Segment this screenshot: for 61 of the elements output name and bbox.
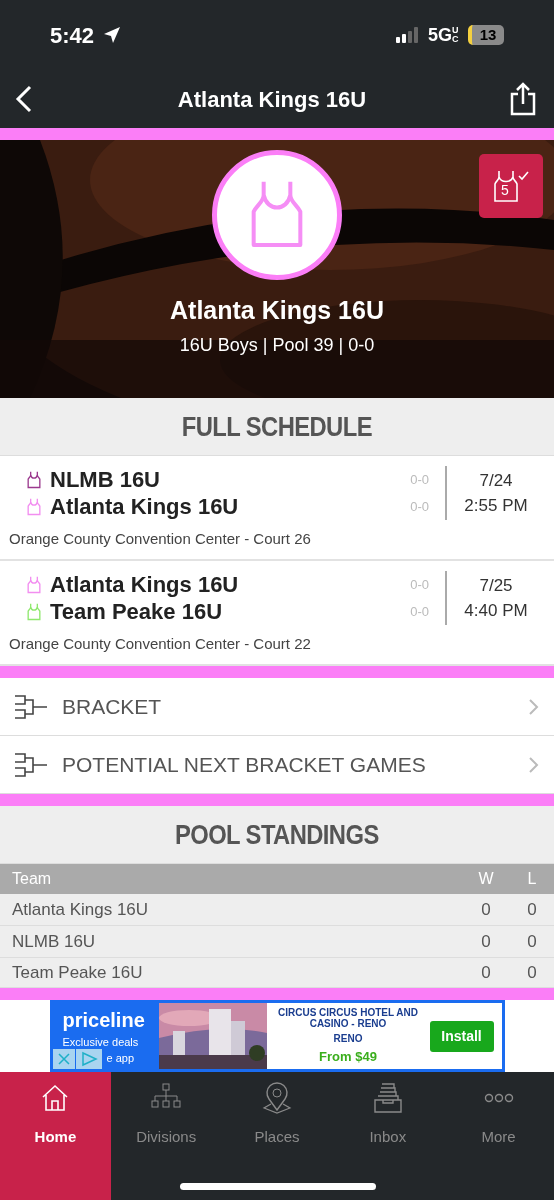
table-cell-text: NLMB 16U xyxy=(12,930,97,953)
close-icon[interactable] xyxy=(52,1049,75,1069)
game-date: 7/25 xyxy=(479,574,513,597)
section-title: POOL STANDINGS xyxy=(175,817,379,852)
column-header: L xyxy=(526,869,538,889)
chevron-icon xyxy=(528,697,540,716)
game-location: Orange County Convention Center - Court 26 xyxy=(9,529,312,549)
ad-tagline: Exclusive deals xyxy=(62,1036,139,1048)
table-cell-text: 0 xyxy=(526,898,538,921)
install-button[interactable]: Install xyxy=(429,1020,494,1052)
team-record: 0-0 xyxy=(410,602,429,621)
team-subtitle: 16U Boys | Pool 39 | 0-0 xyxy=(179,333,375,357)
tab[interactable]: Inbox xyxy=(332,1072,444,1200)
team-name: Atlanta Kings 16U xyxy=(50,571,240,599)
tray-stack-icon xyxy=(371,1082,404,1114)
table-cell-text: 0 xyxy=(480,961,492,984)
network-label: 5G xyxy=(428,23,452,47)
jersey-badge-button[interactable]: 5 xyxy=(479,154,543,218)
table-cell-text: Team Peake 16U xyxy=(12,961,144,984)
play-icon[interactable] xyxy=(75,1049,102,1069)
table-cell-text: Atlanta Kings 16U xyxy=(12,898,150,921)
tab[interactable]: Places xyxy=(221,1072,333,1200)
chevron-icon xyxy=(528,755,540,774)
game-time: 4:40 PM xyxy=(464,600,528,622)
status-time: 5:42 xyxy=(50,21,95,50)
menu-label: BRACKET xyxy=(62,693,163,720)
location-icon xyxy=(102,25,123,45)
jersey-number: 5 xyxy=(501,183,509,197)
tab[interactable]: Home xyxy=(0,1072,111,1200)
team-name: Atlanta Kings 16U xyxy=(170,295,384,326)
team-record: 0-0 xyxy=(410,470,429,489)
game-time: 2:55 PM xyxy=(464,495,528,517)
table-cell-text: 0 xyxy=(526,961,538,984)
menu-label: POTENTIAL NEXT BRACKET GAMES xyxy=(62,751,427,778)
ad-brand: priceline xyxy=(62,1008,146,1033)
screen-title: Atlanta Kings 16U xyxy=(176,85,368,114)
signal-icon xyxy=(396,27,420,43)
team-name: NLMB 16U xyxy=(50,466,161,494)
network-suffix: UC xyxy=(452,26,460,44)
team-record: 0-0 xyxy=(410,497,429,516)
ad-tagline: e app xyxy=(106,1052,135,1064)
team-name: Atlanta Kings 16U xyxy=(50,493,240,521)
column-header: W xyxy=(477,869,495,889)
team-name: Team Peake 16U xyxy=(50,598,224,626)
tab[interactable]: Divisions xyxy=(110,1072,222,1200)
share-icon[interactable] xyxy=(508,82,538,116)
team-record: 0-0 xyxy=(410,575,429,594)
game-date: 7/24 xyxy=(479,469,513,492)
battery-indicator: 13 xyxy=(468,25,504,45)
game-location: Orange County Convention Center - Court 22 xyxy=(9,634,312,654)
ad-price: From $49 xyxy=(319,1049,377,1066)
section-title: FULL SCHEDULE xyxy=(181,409,373,444)
ad-city: RENO xyxy=(333,1032,363,1046)
table-cell-text: 0 xyxy=(526,930,538,953)
table-cell-text: 0 xyxy=(480,930,492,953)
ad-hotel-name: CIRCUS CIRCUS HOTEL AND CASINO - RENO xyxy=(278,1006,418,1029)
tab[interactable]: More xyxy=(443,1072,554,1200)
ad-banner[interactable]: priceline Exclusive deals e app CIRCUS CIRCUS HOTEL AND CASINO - RENO RENO From $49 Install xyxy=(49,1000,505,1072)
map-pin-icon xyxy=(261,1082,293,1114)
table-cell-text: 0 xyxy=(480,898,492,921)
column-header: Team xyxy=(12,869,53,889)
